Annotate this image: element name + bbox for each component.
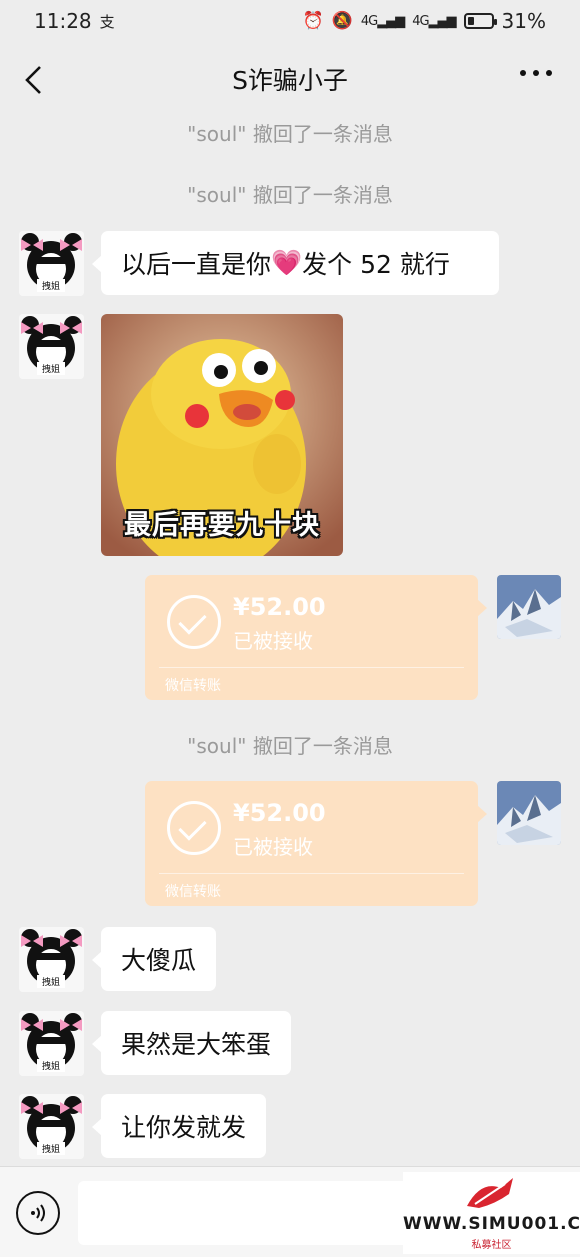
message-bubble[interactable]: 果然是大笨蛋 (91, 1011, 292, 1075)
recall-notice: "soul" 撤回了一条消息 (187, 122, 393, 146)
message-input[interactable] (78, 1181, 408, 1245)
message-text: 以后一直是你 (121, 250, 272, 279)
recall-notice: "soul" 撤回了一条消息 (187, 183, 393, 207)
transfer-status: 已被接收 (233, 629, 313, 653)
friend-avatar-image: 拽姐 (19, 927, 84, 992)
transfer-status: 已被接收 (233, 835, 313, 859)
friend-avatar-image: 拽姐 (19, 231, 84, 296)
battery-level (467, 17, 475, 25)
avatar[interactable]: 拽姐 (19, 314, 84, 379)
watermark-subtext: 私募社区 (471, 1240, 512, 1251)
more-icon[interactable] (520, 70, 552, 76)
carrier-glyph: 支 (99, 12, 115, 31)
divider (159, 667, 464, 668)
divider (159, 873, 464, 874)
mountain-avatar-icon (497, 781, 561, 845)
avatar[interactable]: 拽姐 (19, 1011, 84, 1076)
avatar[interactable]: 拽姐 (19, 231, 84, 296)
avatar-label: 拽姐 (42, 280, 60, 292)
message-text: 让你发就发 (121, 1113, 247, 1142)
watermark-text: WWW.SIMU001.CN (403, 1214, 580, 1234)
battery-percent: 31% (501, 9, 546, 33)
check-icon (167, 801, 221, 855)
message-list[interactable]: "soul" 撤回了一条消息 "soul" 撤回了一条消息 拽姐 以后一直是你 💗… (0, 116, 580, 1166)
watermark-logo-icon (467, 1178, 513, 1208)
message-text: 果然是大笨蛋 (121, 1030, 272, 1059)
friend-avatar-image: 拽姐 (19, 1094, 84, 1159)
chat-title: S诈骗小子 (232, 66, 348, 95)
message-bubble[interactable]: 让你发就发 (91, 1094, 267, 1158)
message-text: 发个 52 就行 (302, 250, 450, 279)
transfer-card[interactable]: ¥52.00 已被接收 微信转账 (145, 781, 487, 906)
mountain-avatar-icon (497, 575, 561, 639)
chat-header: S诈骗小子 (0, 42, 580, 116)
avatar[interactable] (497, 575, 561, 639)
battery-icon (463, 13, 497, 29)
transfer-amount: ¥52.00 (233, 593, 326, 621)
signal-icon: 4G▂▄▆ (360, 13, 405, 29)
mute-icon: 🔕 (331, 11, 353, 31)
friend-avatar-image: 拽姐 (19, 314, 84, 379)
avatar-label: 拽姐 (42, 976, 60, 988)
message-bubble[interactable]: 大傻瓜 (91, 927, 217, 991)
transfer-source: 微信转账 (165, 678, 221, 694)
status-time: 11:28 (34, 9, 92, 33)
sticker-image[interactable]: 最后再要九十块 (101, 314, 343, 556)
avatar[interactable]: 拽姐 (19, 927, 84, 992)
avatar-label: 拽姐 (42, 1143, 60, 1155)
avatar-label: 拽姐 (42, 1060, 60, 1072)
alarm-icon: ⏰ (302, 11, 324, 31)
back-icon[interactable] (18, 62, 48, 98)
heart-icon: 💗 (271, 248, 303, 277)
signal-icon: 4G▂▄▆ (412, 13, 456, 29)
avatar[interactable]: 拽姐 (19, 1094, 84, 1159)
voice-icon[interactable] (16, 1191, 60, 1235)
avatar-label: 拽姐 (42, 363, 60, 375)
friend-avatar-image: 拽姐 (19, 1011, 84, 1076)
transfer-source: 微信转账 (165, 884, 221, 900)
message-bubble[interactable]: 以后一直是你 💗 发个 52 就行 (92, 231, 499, 295)
sticker-caption: 最后再要九十块 (124, 510, 320, 541)
transfer-amount: ¥52.00 (233, 799, 326, 827)
check-icon (167, 595, 221, 649)
watermark: WWW.SIMU001.CN 私募社区 (403, 1172, 580, 1254)
recall-notice: "soul" 撤回了一条消息 (187, 734, 393, 758)
avatar[interactable] (497, 781, 561, 845)
transfer-card[interactable]: ¥52.00 已被接收 微信转账 (145, 575, 487, 700)
message-text: 大傻瓜 (121, 946, 197, 975)
status-bar: 11:28 支 ⏰ 🔕 4G▂▄▆ 4G▂▄▆ 31% (0, 0, 580, 42)
